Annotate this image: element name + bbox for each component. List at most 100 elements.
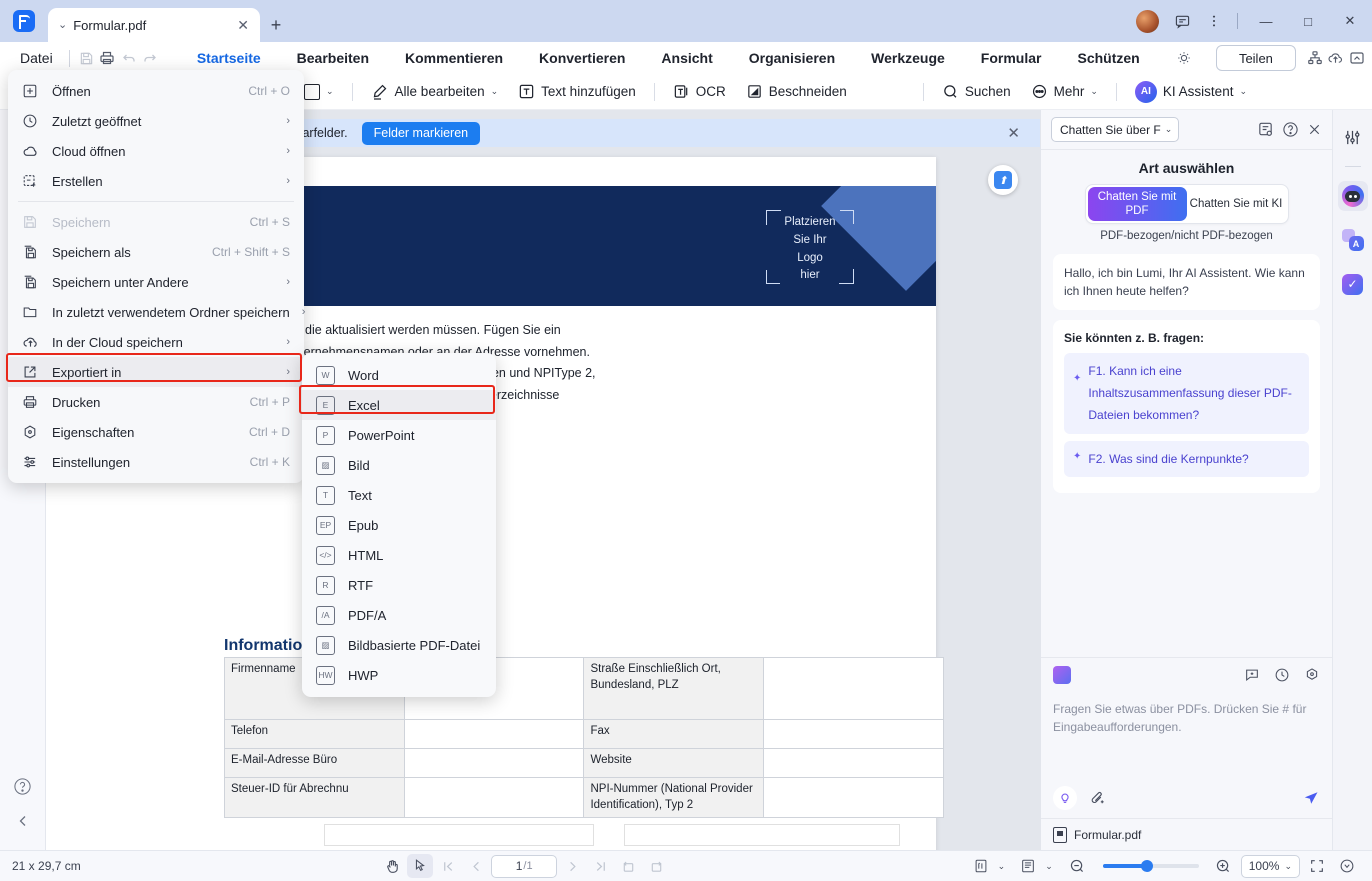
select-tool-icon[interactable] <box>407 854 433 878</box>
close-window-button[interactable]: ✕ <box>1330 0 1370 42</box>
rotate-right-icon[interactable] <box>643 854 669 878</box>
table-field[interactable] <box>764 749 944 778</box>
feedback-icon[interactable] <box>1167 6 1197 36</box>
next-page-icon[interactable] <box>559 854 585 878</box>
tab-organisieren[interactable]: Organisieren <box>731 42 853 74</box>
lightbulb-icon[interactable] <box>1172 45 1196 71</box>
more-options-icon[interactable] <box>1199 6 1229 36</box>
zoom-slider-handle[interactable] <box>1141 860 1153 872</box>
translate-icon[interactable]: A <box>1338 225 1368 255</box>
zoom-slider[interactable] <box>1103 864 1199 868</box>
upload-button[interactable]: ⬆ <box>988 165 1018 195</box>
highlight-fields-button[interactable]: Felder markieren <box>362 122 480 145</box>
close-panel-icon[interactable] <box>1307 122 1322 137</box>
export-html[interactable]: </> HTML <box>302 540 496 570</box>
tab-ansicht[interactable]: Ansicht <box>643 42 730 74</box>
table-field[interactable] <box>764 720 944 749</box>
seg-chat-with-pdf[interactable]: Chatten Sie mit PDF <box>1088 187 1187 221</box>
export-text[interactable]: T Text <box>302 480 496 510</box>
hand-tool-icon[interactable] <box>379 854 405 878</box>
file-menu-item-eigenschaften[interactable]: Eigenschaften Ctrl + D <box>8 417 304 447</box>
tab-werkzeuge[interactable]: Werkzeuge <box>853 42 963 74</box>
table-field[interactable] <box>764 658 944 720</box>
file-menu-item-exportiert-in[interactable]: Exportiert in › <box>8 357 304 387</box>
last-page-icon[interactable] <box>587 854 613 878</box>
export-image-based-pdf[interactable]: ▨ Bildbasierte PDF-Datei <box>302 630 496 660</box>
attach-file-icon[interactable] <box>1089 790 1106 807</box>
chat-mode-select[interactable]: Chatten Sie über F ⌄ <box>1051 117 1179 142</box>
chat-input[interactable]: Fragen Sie etwas über PDFs. Drücken Sie … <box>1041 692 1332 778</box>
chatbot-icon[interactable] <box>1338 181 1368 211</box>
file-menu-item-cloud-oeffnen[interactable]: Cloud öffnen › <box>8 136 304 166</box>
previous-page-icon[interactable] <box>463 854 489 878</box>
file-menu-item-oeffnen[interactable]: Öffnen Ctrl + O <box>8 76 304 106</box>
maximize-button[interactable]: □ <box>1288 0 1328 42</box>
cloud-upload-icon[interactable] <box>1325 45 1346 71</box>
menu-datei[interactable]: Datei <box>10 50 63 66</box>
new-chat-icon[interactable] <box>1257 121 1274 138</box>
zoom-level-select[interactable]: 100% ⌄ <box>1241 855 1300 878</box>
add-text-button[interactable]: Text hinzufügen <box>508 77 646 107</box>
export-word[interactable]: W Word <box>302 360 496 390</box>
file-menu-item-speichern-als[interactable]: Speichern als Ctrl + Shift + S <box>8 237 304 267</box>
file-menu-item-einstellungen[interactable]: Einstellungen Ctrl + K <box>8 447 304 477</box>
knowledge-base-icon[interactable] <box>1053 666 1071 684</box>
chevron-down-icon[interactable]: ⌄ <box>998 861 1006 872</box>
file-menu-item-zuletzt-ordner[interactable]: In zuletzt verwendetem Ordner speichern … <box>8 297 304 327</box>
settings-icon[interactable] <box>1304 667 1320 683</box>
table-field[interactable] <box>404 720 584 749</box>
export-powerpoint[interactable]: P PowerPoint <box>302 420 496 450</box>
rotate-left-icon[interactable] <box>615 854 641 878</box>
provider-field-1[interactable] <box>624 824 900 846</box>
document-tab[interactable]: ⌄ Formular.pdf ✕ <box>48 8 260 42</box>
file-menu-item-drucken[interactable]: Drucken Ctrl + P <box>8 387 304 417</box>
export-excel[interactable]: E Excel <box>302 390 496 420</box>
avatar[interactable] <box>1136 10 1159 33</box>
file-menu-item-erstellen[interactable]: Erstellen › <box>8 166 304 196</box>
close-tab-icon[interactable]: ✕ <box>234 17 252 34</box>
table-field[interactable] <box>404 778 584 818</box>
tab-schuetzen[interactable]: Schützen <box>1059 42 1157 74</box>
edit-all-button[interactable]: Alle bearbeiten ⌄ <box>361 77 509 107</box>
tab-kommentieren[interactable]: Kommentieren <box>387 42 521 74</box>
file-menu-item-speichern-unter-andere[interactable]: Speichern unter Andere › <box>8 267 304 297</box>
page-fit-icon[interactable] <box>968 854 994 878</box>
share-button[interactable]: Teilen <box>1216 45 1296 71</box>
collapse-panel-icon[interactable] <box>16 814 30 828</box>
send-button[interactable] <box>1302 789 1320 807</box>
crop-button[interactable]: Beschneiden <box>736 77 857 107</box>
export-rtf[interactable]: R RTF <box>302 570 496 600</box>
more-button[interactable]: Mehr ⌄ <box>1021 77 1108 107</box>
file-menu-item-zuletzt-geoeffnet[interactable]: Zuletzt geöffnet › <box>8 106 304 136</box>
table-field[interactable] <box>404 749 584 778</box>
tab-formular[interactable]: Formular <box>963 42 1060 74</box>
new-conversation-icon[interactable] <box>1244 667 1260 683</box>
attached-file[interactable]: Formular.pdf <box>1041 818 1332 850</box>
proofread-check-icon[interactable]: ✓ <box>1338 269 1368 299</box>
export-pdfa[interactable]: /A PDF/A <box>302 600 496 630</box>
zoom-out-icon[interactable] <box>1065 854 1091 878</box>
zoom-in-icon[interactable] <box>1211 854 1237 878</box>
history-icon[interactable] <box>1274 667 1290 683</box>
suggestion-item-1[interactable]: ✦ F1. Kann ich eine Inhaltszusammenfassu… <box>1064 353 1309 434</box>
help-icon[interactable] <box>1282 121 1299 138</box>
export-epub[interactable]: EP Epub <box>302 510 496 540</box>
view-options-icon[interactable] <box>1334 854 1360 878</box>
fullscreen-icon[interactable] <box>1304 854 1330 878</box>
first-page-icon[interactable] <box>435 854 461 878</box>
prompt-ideas-icon[interactable] <box>1053 786 1077 810</box>
close-notice-icon[interactable]: ✕ <box>1007 124 1026 142</box>
collapse-ribbon-icon[interactable] <box>1347 45 1368 71</box>
ai-assistant-button[interactable]: AI KI Assistent ⌄ <box>1125 77 1257 107</box>
table-field[interactable] <box>764 778 944 818</box>
file-menu-item-cloud-speichern[interactable]: In der Cloud speichern › <box>8 327 304 357</box>
share-network-icon[interactable] <box>1304 45 1325 71</box>
tab-konvertieren[interactable]: Konvertieren <box>521 42 643 74</box>
minimize-button[interactable]: — <box>1246 0 1286 42</box>
export-hwp[interactable]: HW HWP <box>302 660 496 690</box>
page-layout-icon[interactable] <box>1015 854 1041 878</box>
help-icon[interactable] <box>13 777 32 796</box>
seg-chat-with-ai[interactable]: Chatten Sie mit KI <box>1187 187 1286 221</box>
suggestion-item-2[interactable]: ✦ F2. Was sind die Kernpunkte? <box>1064 441 1309 477</box>
ocr-button[interactable]: OCR <box>663 77 736 107</box>
